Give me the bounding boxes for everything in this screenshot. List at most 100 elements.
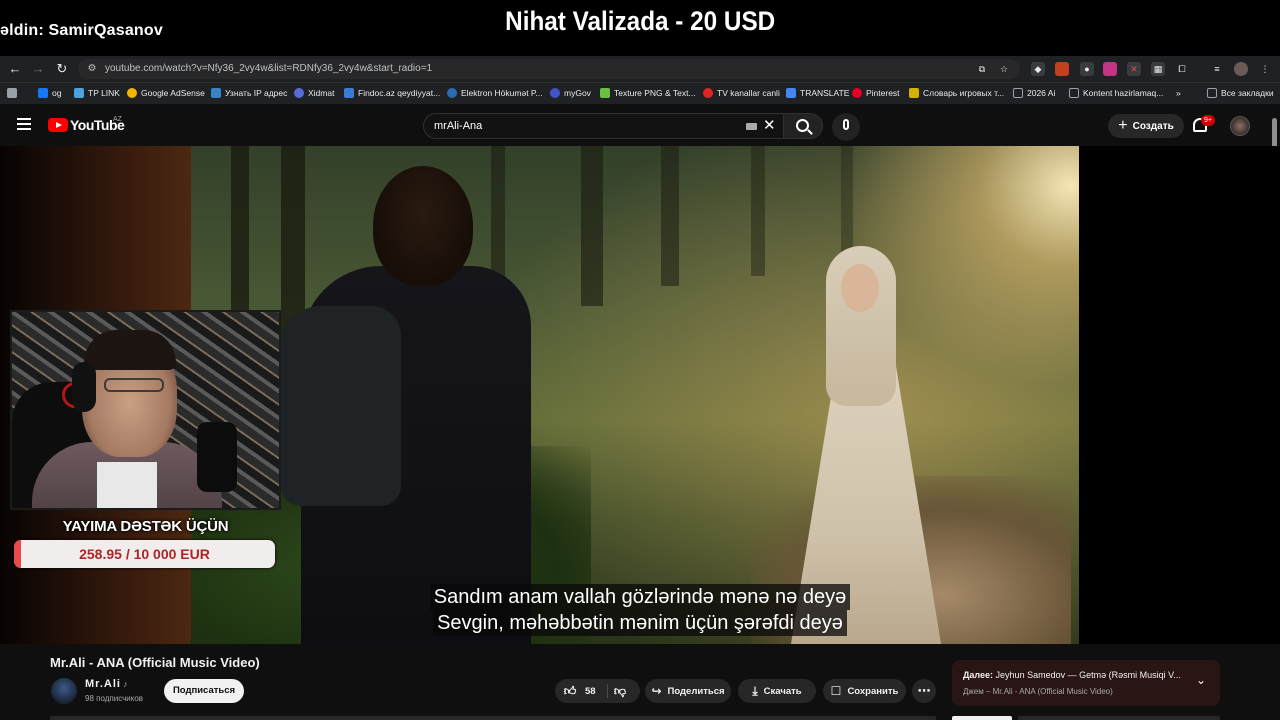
like-dislike-group: 👍︎ 58 👎︎ (555, 679, 640, 703)
thumbs-down-icon[interactable]: 👎︎ (613, 684, 627, 699)
streamer-hair (84, 330, 176, 370)
bookmark-label: Все закладки (1221, 88, 1274, 98)
bookmark-label: Xidmat (308, 88, 335, 98)
up-next-title[interactable]: Далее: Jeyhun Samedov — Getmə (Rəsmi Mus… (963, 670, 1188, 680)
all-bookmarks-folder[interactable]: Все закладки (1207, 88, 1274, 98)
youtube-header: YouTube AZ mrAli-Ana ✕ + Создать 9+ (0, 104, 1280, 146)
save-button[interactable]: ☐ Сохранить (823, 679, 906, 703)
extensions-puzzle-icon[interactable]: ⧠ (1175, 62, 1189, 76)
bookmark-item[interactable]: myGov (550, 88, 591, 98)
bookmark-label: Findoc.az qeydiyyat... (358, 88, 441, 98)
bookmark-favicon-icon (344, 88, 354, 98)
more-actions-button[interactable]: ⋯ (912, 679, 936, 703)
hamburger-menu-icon[interactable] (17, 118, 31, 130)
url-text[interactable]: youtube.com/watch?v=Nfy36_2vy4w&list=RDN… (105, 63, 432, 74)
bookmark-label: og (52, 88, 62, 98)
search-button[interactable] (783, 113, 823, 139)
search-input[interactable]: mrAli-Ana ✕ (423, 113, 785, 139)
bookmark-item[interactable]: Узнать IP адрес (211, 88, 287, 98)
bookmark-item[interactable]: Findoc.az qeydiyyat... (344, 88, 440, 98)
site-info-icon[interactable]: ⚙ (86, 63, 98, 75)
more-bookmarks-icon[interactable]: » (1176, 88, 1181, 98)
extension-fox-icon[interactable] (1055, 62, 1069, 76)
bookmark-label: Texture PNG & Text... (614, 88, 696, 98)
microphone-icon (843, 119, 849, 130)
download-button[interactable]: ⤓ Скачать (738, 679, 816, 703)
channel-name-text[interactable]: Mr.Ali (85, 678, 121, 690)
bookmark-star-icon[interactable]: ☆ (997, 62, 1011, 76)
subscribe-button[interactable]: Подписаться (164, 679, 244, 703)
bookmark-item[interactable]: TRANSLATE (786, 88, 849, 98)
extension-instagram-icon[interactable] (1103, 62, 1117, 76)
search-query[interactable]: mrAli-Ana (434, 120, 482, 132)
clear-search-icon[interactable]: ✕ (763, 117, 776, 135)
bookmark-favicon-icon (600, 88, 610, 98)
bookmark-item[interactable]: TP LINK (74, 88, 120, 98)
keyboard-icon[interactable] (746, 123, 757, 130)
extension-x-icon[interactable]: ✕ (1127, 62, 1141, 76)
filter-chip-edge[interactable] (952, 716, 1012, 720)
browser-chrome: ← → ↻ ⚙ youtube.com/watch?v=Nfy36_2vy4w&… (0, 56, 1280, 104)
bookmark-item[interactable]: og (38, 88, 61, 98)
profile-avatar-icon[interactable] (1234, 62, 1248, 76)
bookmark-label: Узнать IP адрес (225, 88, 288, 98)
back-icon[interactable]: ← (6, 60, 24, 78)
channel-name[interactable]: Mr.Ali ♪ (85, 678, 127, 690)
up-next-card[interactable]: Далее: Jeyhun Samedov — Getmə (Rəsmi Mus… (952, 660, 1220, 706)
bookmark-item[interactable]: Google AdSense (127, 88, 205, 98)
bookmark-favicon-icon (74, 88, 84, 98)
bookmark-label: Pinterest (866, 88, 900, 98)
like-count[interactable]: 58 (585, 686, 596, 697)
subscriber-count: 98 подписчиков (85, 694, 144, 703)
bookmark-label: Kontent hazirlamaq... (1083, 88, 1164, 98)
bookmark-favicon-icon (211, 88, 221, 98)
bookmark-folder[interactable]: Kontent hazirlamaq... (1069, 88, 1163, 98)
plus-icon: + (1118, 117, 1128, 134)
bookmark-item[interactable]: TV kanallar canli (703, 88, 780, 98)
microphone (197, 422, 237, 492)
browser-menu-icon[interactable]: ⋮ (1258, 62, 1272, 76)
subtitle-line-1: Sandım anam vallah gözlərində mənə nə de… (429, 584, 851, 610)
bookmark-item[interactable]: Pinterest (852, 88, 900, 98)
tree-trunk (751, 146, 765, 276)
bookmark-label: TP LINK (88, 88, 120, 98)
create-button[interactable]: + Создать (1108, 114, 1184, 138)
address-bar[interactable]: ⚙ youtube.com/watch?v=Nfy36_2vy4w&list=R… (78, 59, 1020, 79)
voice-search-button[interactable] (832, 113, 860, 141)
up-next-label: Далее: (963, 670, 994, 680)
channel-avatar[interactable] (51, 678, 77, 704)
boy-head (373, 166, 473, 286)
bookmark-item[interactable]: Xidmat (294, 88, 334, 98)
up-next-video-title[interactable]: Jeyhun Samedov — Getmə (Rəsmi Musiqi V..… (996, 670, 1181, 680)
apps-grid-icon[interactable] (7, 88, 17, 98)
bookmark-item[interactable]: Словарь игровых т... (909, 88, 1004, 98)
reload-icon[interactable]: ↻ (53, 60, 71, 78)
chevron-down-icon[interactable]: ⌄ (1196, 673, 1206, 687)
save-label: Сохранить (847, 685, 899, 697)
extension-pin-icon[interactable]: ● (1080, 62, 1094, 76)
donation-progress-bar: 258.95 / 10 000 EUR (14, 540, 275, 568)
video-frame[interactable] (191, 146, 1079, 644)
forward-icon[interactable]: → (29, 60, 47, 78)
stream-overlay-top: əldin: SamirQasanov Nihat Valizada - 20 … (0, 0, 1280, 56)
bookmark-item[interactable]: Texture PNG & Text... (600, 88, 696, 98)
extension-grid-icon[interactable]: ▦ (1151, 62, 1165, 76)
bookmark-item[interactable]: Elektron Hökumət P... (447, 88, 543, 98)
bookmark-favicon-icon (447, 88, 457, 98)
bookmark-folder[interactable]: 2026 Ai (1013, 88, 1055, 98)
tab-search-icon[interactable]: ≡ (1210, 62, 1224, 76)
bookmark-label: Словарь игровых т... (923, 88, 1005, 98)
tree-trunk (661, 146, 679, 286)
up-next-subtitle: Джем – Mr.Ali - ANA (Official Music Vide… (963, 687, 1113, 696)
share-button[interactable]: ↪ Поделиться (645, 679, 731, 703)
filter-chip-edge[interactable] (1018, 716, 1220, 720)
account-avatar[interactable] (1230, 116, 1250, 136)
cast-icon[interactable]: ⧉ (975, 62, 989, 76)
folder-icon (1069, 88, 1079, 98)
woman-face (841, 264, 879, 312)
thumbs-up-icon[interactable]: 👍︎ (563, 684, 577, 699)
extension-diamond-icon[interactable]: ◆ (1031, 62, 1045, 76)
subtitles: Sandım anam vallah gözlərində mənə nə de… (0, 584, 1280, 636)
bookmark-favicon-icon (909, 88, 919, 98)
save-playlist-icon: ☐ (830, 684, 842, 698)
